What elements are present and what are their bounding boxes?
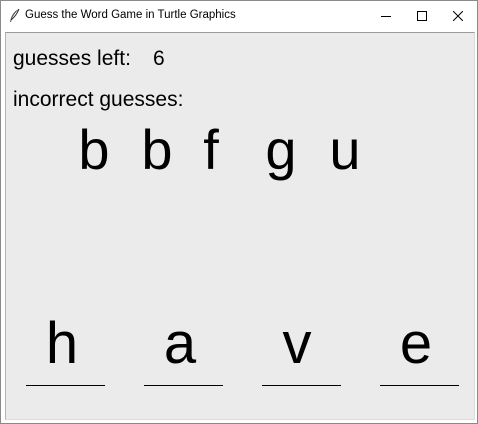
word-letter: v bbox=[282, 311, 312, 376]
turtle-canvas[interactable]: guesses left: 6 incorrect guesses: b b f… bbox=[5, 32, 475, 420]
maximize-button[interactable] bbox=[404, 1, 440, 31]
letter-underline bbox=[380, 385, 459, 386]
letter-underline bbox=[26, 385, 105, 386]
window-title: Guess the Word Game in Turtle Graphics bbox=[25, 9, 236, 21]
word-letter: a bbox=[163, 311, 197, 376]
incorrect-letter: b bbox=[78, 118, 110, 181]
maximize-icon bbox=[417, 11, 427, 21]
minimize-icon bbox=[381, 11, 391, 21]
incorrect-guesses-label: incorrect guesses: bbox=[13, 88, 184, 111]
incorrect-letter: f bbox=[203, 118, 219, 181]
letter-underline bbox=[144, 385, 223, 386]
incorrect-letter: u bbox=[329, 118, 361, 181]
minimize-button[interactable] bbox=[368, 1, 404, 31]
title-bar[interactable]: Guess the Word Game in Turtle Graphics bbox=[1, 1, 477, 31]
feather-icon bbox=[8, 8, 22, 24]
letter-underline bbox=[262, 385, 341, 386]
game-window: Guess the Word Game in Turtle Graphics g… bbox=[0, 0, 478, 424]
word-letter: h bbox=[45, 311, 79, 376]
close-icon bbox=[453, 11, 463, 21]
word-letter: e bbox=[399, 311, 433, 376]
close-button[interactable] bbox=[440, 1, 476, 31]
guesses-left-value: 6 bbox=[153, 47, 165, 70]
guesses-left-label: guesses left: bbox=[13, 47, 131, 70]
incorrect-letter: g bbox=[265, 118, 297, 181]
incorrect-letter: b bbox=[141, 118, 173, 181]
